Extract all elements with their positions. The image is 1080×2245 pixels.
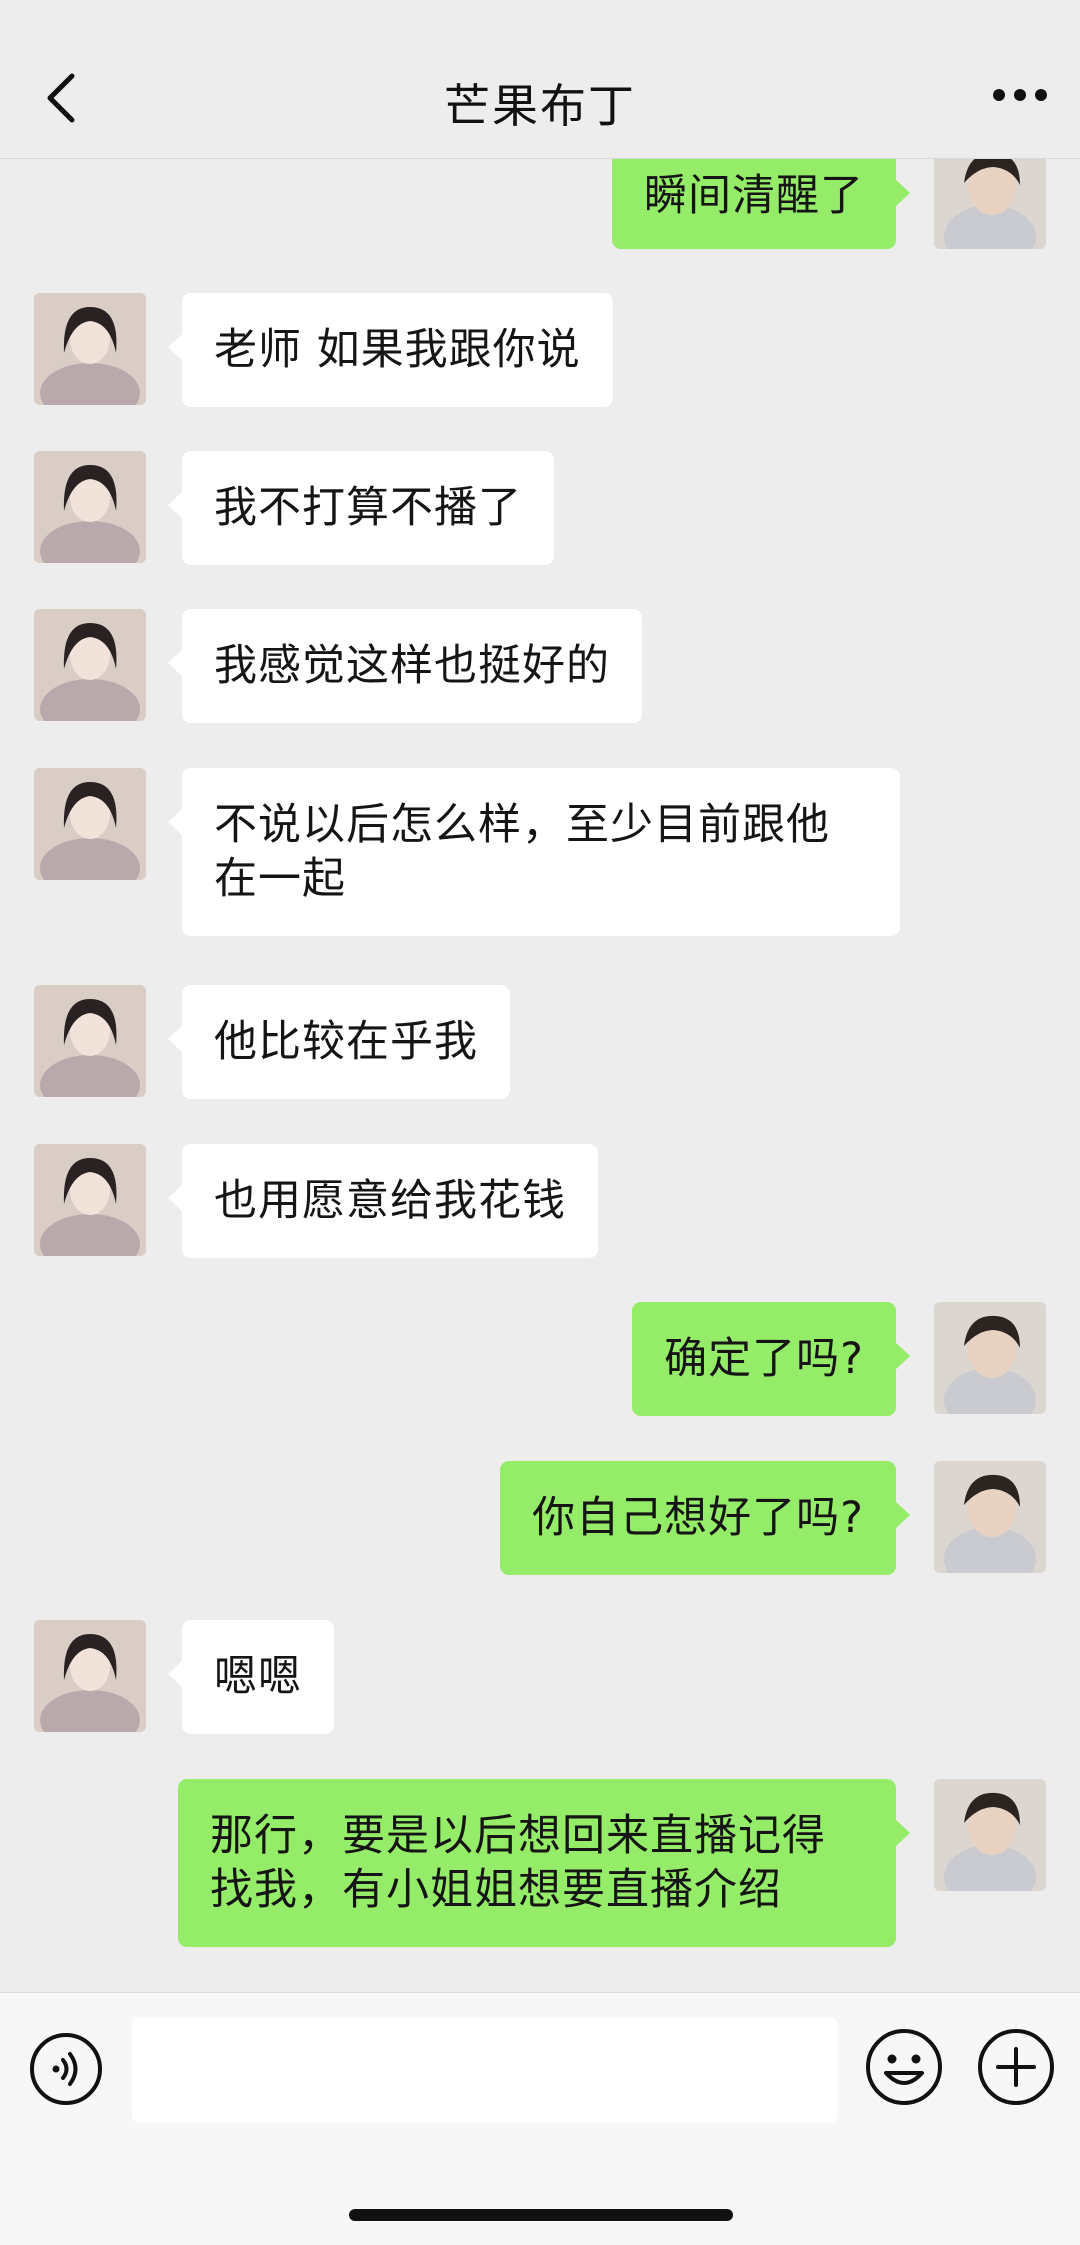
contact-avatar-image [34,609,146,721]
avatar[interactable] [34,293,146,405]
input-bar [0,1992,1080,2245]
message-bubble-outgoing[interactable]: 你自己想好了吗? [500,1461,910,1575]
message-bubble-outgoing[interactable]: 确定了吗? [632,1302,910,1416]
message-bubble-incoming[interactable]: 嗯嗯 [168,1620,334,1734]
contact-avatar-image [34,451,146,563]
chat-header: 芒果布丁 [0,0,1080,159]
user-avatar-image [934,1779,1046,1891]
message-bubble-incoming[interactable]: 我不打算不播了 [168,451,554,565]
avatar[interactable] [34,1620,146,1732]
message-bubble-incoming[interactable]: 也用愿意给我花钱 [168,1144,598,1258]
avatar[interactable] [34,768,146,880]
contact-avatar-image [34,985,146,1097]
contact-avatar-image [34,293,146,405]
avatar[interactable] [934,1302,1046,1414]
chat-title: 芒果布丁 [444,79,636,133]
avatar[interactable] [34,1144,146,1256]
avatar[interactable] [934,159,1046,249]
message-input[interactable] [132,2017,838,2123]
message-bubble-incoming[interactable]: 我感觉这样也挺好的 [168,609,642,723]
voice-icon [30,2033,102,2105]
message-bubble-outgoing[interactable]: 瞬间清醒了 [612,159,910,249]
contact-avatar-image [34,1620,146,1732]
user-avatar-image [934,1461,1046,1573]
voice-button[interactable] [28,2031,104,2107]
contact-avatar-image [34,1144,146,1256]
avatar[interactable] [34,609,146,721]
home-indicator [349,2209,733,2221]
avatar[interactable] [34,451,146,563]
message-bubble-incoming[interactable]: 不说以后怎么样，至少目前跟他在一起 [168,768,900,936]
user-avatar-image [934,1302,1046,1414]
emoji-icon [866,2029,942,2105]
plus-icon [978,2029,1054,2105]
avatar[interactable] [934,1461,1046,1573]
avatar[interactable] [34,985,146,1097]
message-bubble-outgoing[interactable]: 那行，要是以后想回来直播记得找我，有小姐姐想要直播介绍 [178,1779,910,1947]
more-button[interactable] [990,80,1050,110]
message-list[interactable]: 瞬间清醒了 老师 如果我跟你说 我不打算不播了 我感觉这样也挺好的 不说以后怎么… [0,159,1080,1991]
message-row: 瞬间清醒了 [0,159,1080,250]
avatar[interactable] [934,1779,1046,1891]
emoji-button[interactable] [864,2027,944,2107]
more-functions-button[interactable] [976,2027,1056,2107]
more-dots-icon [993,89,1047,101]
message-bubble-incoming[interactable]: 老师 如果我跟你说 [168,293,613,407]
user-avatar-image [934,159,1046,249]
message-bubble-incoming[interactable]: 他比较在乎我 [168,985,510,1099]
contact-avatar-image [34,768,146,880]
